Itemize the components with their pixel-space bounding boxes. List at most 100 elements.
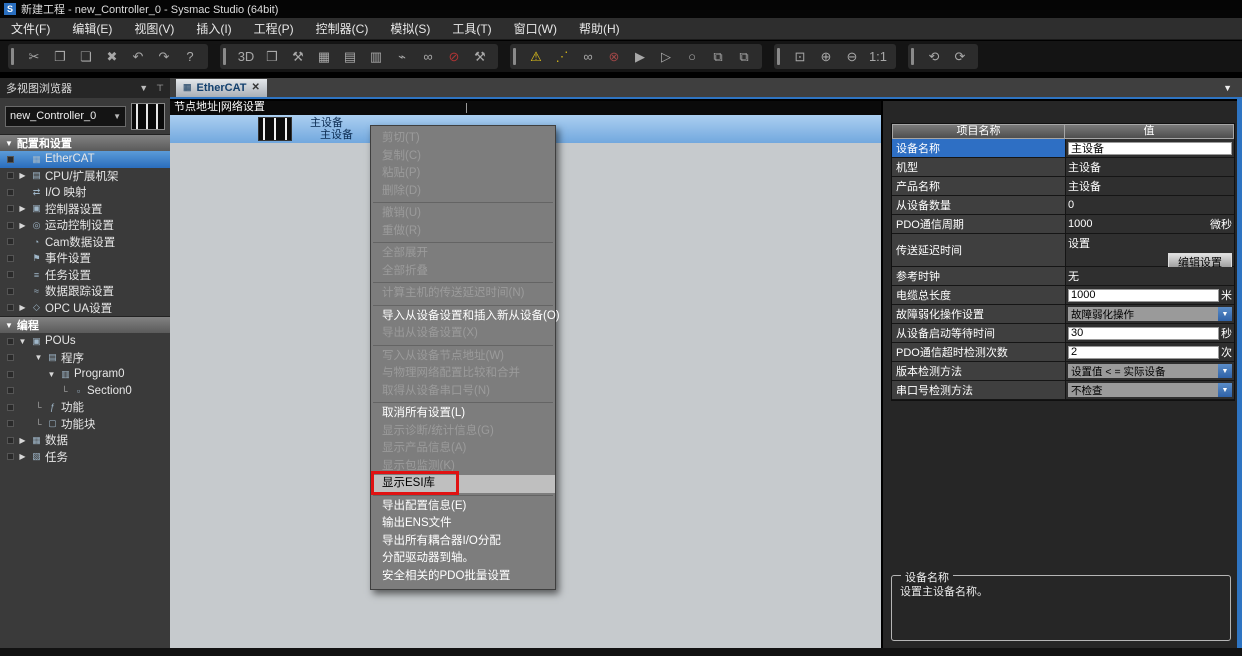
- undo-icon[interactable]: ↶: [126, 45, 150, 69]
- menu-item-1[interactable]: 编辑(E): [61, 18, 123, 39]
- tree-expander-down-icon[interactable]: ▼: [33, 353, 44, 362]
- step-run-icon[interactable]: ▷: [654, 45, 678, 69]
- sidebar-item-section0[interactable]: └▫Section0: [0, 383, 170, 400]
- abort-icon[interactable]: ⊘: [442, 45, 466, 69]
- context-menu-item-26[interactable]: 导出配置信息(E): [371, 498, 555, 516]
- chevron-down-icon[interactable]: ▼: [1218, 364, 1232, 378]
- sidebar-item-i-o-[interactable]: ⇄I/O 映射: [0, 184, 170, 201]
- tab-ethercat[interactable]: ▦ EtherCAT ✕: [176, 79, 267, 97]
- controller-select[interactable]: new_Controller_0 ▼: [5, 106, 126, 127]
- section-header-1[interactable]: ▼编程: [0, 316, 170, 333]
- rotate-cw-icon[interactable]: ⟳: [948, 45, 972, 69]
- context-menu-item-30[interactable]: 安全相关的PDO批量设置: [371, 568, 555, 586]
- context-menu-item-29[interactable]: 分配驱动器到轴。: [371, 550, 555, 568]
- property-input-field[interactable]: [1068, 346, 1219, 359]
- menu-item-7[interactable]: 工具(T): [441, 18, 502, 39]
- 3d-view-icon[interactable]: 3D: [234, 45, 258, 69]
- menu-item-2[interactable]: 视图(V): [123, 18, 185, 39]
- tree-expander-right-icon[interactable]: ▶: [17, 171, 28, 180]
- run-simulation-icon[interactable]: ▶: [628, 45, 652, 69]
- chevron-down-icon[interactable]: ▼: [1218, 307, 1232, 321]
- sidebar-item-pous[interactable]: ▼▣POUs: [0, 333, 170, 350]
- zoom-fit-icon[interactable]: ⊡: [788, 45, 812, 69]
- paste-icon[interactable]: ❏: [74, 45, 98, 69]
- cut-icon[interactable]: ✂: [22, 45, 46, 69]
- context-menu-item-28[interactable]: 导出所有耦合器I/O分配: [371, 533, 555, 551]
- sidebar-item-opc-ua-[interactable]: ▶◇OPC UA设置: [0, 300, 170, 317]
- sidebar-item-cpu-[interactable]: ▶▤CPU/扩展机架: [0, 168, 170, 185]
- context-menu-item-24[interactable]: 显示ESI库: [371, 475, 555, 493]
- section-header-0[interactable]: ▼配置和设置: [0, 134, 170, 151]
- delete-icon[interactable]: ✖: [100, 45, 124, 69]
- watch-table-icon[interactable]: ▥: [364, 45, 388, 69]
- menu-item-3[interactable]: 插入(I): [185, 18, 242, 39]
- tree-expander-right-icon[interactable]: ▶: [17, 452, 28, 461]
- toolbar-grip[interactable]: [777, 48, 780, 65]
- menu-item-5[interactable]: 控制器(C): [305, 18, 380, 39]
- search-icon[interactable]: ∞: [416, 45, 440, 69]
- menu-item-4[interactable]: 工程(P): [243, 18, 305, 39]
- check-programs-icon[interactable]: ⚠: [524, 45, 548, 69]
- tree-expander-right-icon[interactable]: ▶: [17, 303, 28, 312]
- sidebar-item--[interactable]: ▼▤程序: [0, 350, 170, 367]
- sidebar-item--[interactable]: ▶▦数据: [0, 432, 170, 449]
- sidebar-item-program0[interactable]: ▼▥Program0: [0, 366, 170, 383]
- property-input-field[interactable]: [1068, 327, 1219, 340]
- tab-list-caret-icon[interactable]: ▼: [1223, 83, 1232, 93]
- property-input-field[interactable]: [1068, 142, 1232, 155]
- tree-expander-right-icon[interactable]: ▶: [17, 204, 28, 213]
- cascade-windows-icon[interactable]: ❒: [260, 45, 284, 69]
- menu-item-8[interactable]: 窗口(W): [503, 18, 568, 39]
- sidebar-item--[interactable]: ▶◎运动控制设置: [0, 217, 170, 234]
- toolbar-grip[interactable]: [513, 48, 516, 65]
- toolbar-grip[interactable]: [11, 48, 14, 65]
- zoom-100-icon[interactable]: 1:1: [866, 45, 890, 69]
- rebuild-icon[interactable]: ⋰: [550, 45, 574, 69]
- offline-compare-icon[interactable]: ⊗: [602, 45, 626, 69]
- pin-icon[interactable]: ⊤: [156, 83, 164, 94]
- variable-table-icon[interactable]: ▦: [312, 45, 336, 69]
- sidebar-item--[interactable]: └▢功能块: [0, 416, 170, 433]
- tree-expander-right-icon[interactable]: ▶: [17, 436, 28, 445]
- stop-simulation-icon[interactable]: ○: [680, 45, 704, 69]
- sidebar-item--[interactable]: └ƒ功能: [0, 399, 170, 416]
- sidebar-item--[interactable]: ≈数据跟踪设置: [0, 283, 170, 300]
- property-input-field[interactable]: [1068, 289, 1219, 302]
- chevron-down-icon[interactable]: ▼: [139, 83, 148, 94]
- edit-settings-button[interactable]: 编辑设置: [1168, 253, 1232, 268]
- io-map-table-icon[interactable]: ▤: [338, 45, 362, 69]
- toolbar-grip[interactable]: [911, 48, 914, 65]
- menu-item-9[interactable]: 帮助(H): [568, 18, 631, 39]
- monitor-window2-icon[interactable]: ⧉: [732, 45, 756, 69]
- build-icon[interactable]: ⚒: [286, 45, 310, 69]
- ladder-icon[interactable]: ⌁: [390, 45, 414, 69]
- sidebar-item--[interactable]: ▶▣控制器设置: [0, 201, 170, 218]
- rotate-ccw-icon[interactable]: ⟲: [922, 45, 946, 69]
- property-dropdown[interactable]: 设置值 < = 实际设备▼: [1068, 364, 1232, 378]
- context-menu-item-20[interactable]: 取消所有设置(L): [371, 405, 555, 423]
- menu-item-0[interactable]: 文件(F): [0, 18, 61, 39]
- menu-item-6[interactable]: 模拟(S): [379, 18, 441, 39]
- zoom-in-icon[interactable]: ⊕: [814, 45, 838, 69]
- sidebar-item-ethercat[interactable]: ▦EtherCAT: [0, 151, 170, 168]
- sidebar-item-cam-[interactable]: ◔Cam数据设置: [0, 234, 170, 251]
- tool-icon[interactable]: ⚒: [468, 45, 492, 69]
- tree-expander-down-icon[interactable]: ▼: [17, 337, 28, 346]
- zoom-out-icon[interactable]: ⊖: [840, 45, 864, 69]
- sidebar-item--[interactable]: ≡任务设置: [0, 267, 170, 284]
- chevron-down-icon[interactable]: ▼: [1218, 383, 1232, 397]
- tab-close-icon[interactable]: ✕: [251, 82, 259, 93]
- tree-expander-down-icon[interactable]: ▼: [46, 370, 57, 379]
- context-menu-item-13[interactable]: 导入从设备设置和插入新从设备(O): [371, 308, 555, 326]
- context-menu-item-27[interactable]: 输出ENS文件: [371, 515, 555, 533]
- sidebar-item--[interactable]: ⚑事件设置: [0, 250, 170, 267]
- sidebar-item--[interactable]: ▶▧任务: [0, 449, 170, 466]
- property-dropdown[interactable]: 故障弱化操作▼: [1068, 307, 1232, 321]
- copy-icon[interactable]: ❐: [48, 45, 72, 69]
- help-icon[interactable]: ?: [178, 45, 202, 69]
- tree-expander-right-icon[interactable]: ▶: [17, 221, 28, 230]
- redo-icon[interactable]: ↷: [152, 45, 176, 69]
- property-dropdown[interactable]: 不检查▼: [1068, 383, 1232, 397]
- toolbar-grip[interactable]: [223, 48, 226, 65]
- monitor-window-icon[interactable]: ⧉: [706, 45, 730, 69]
